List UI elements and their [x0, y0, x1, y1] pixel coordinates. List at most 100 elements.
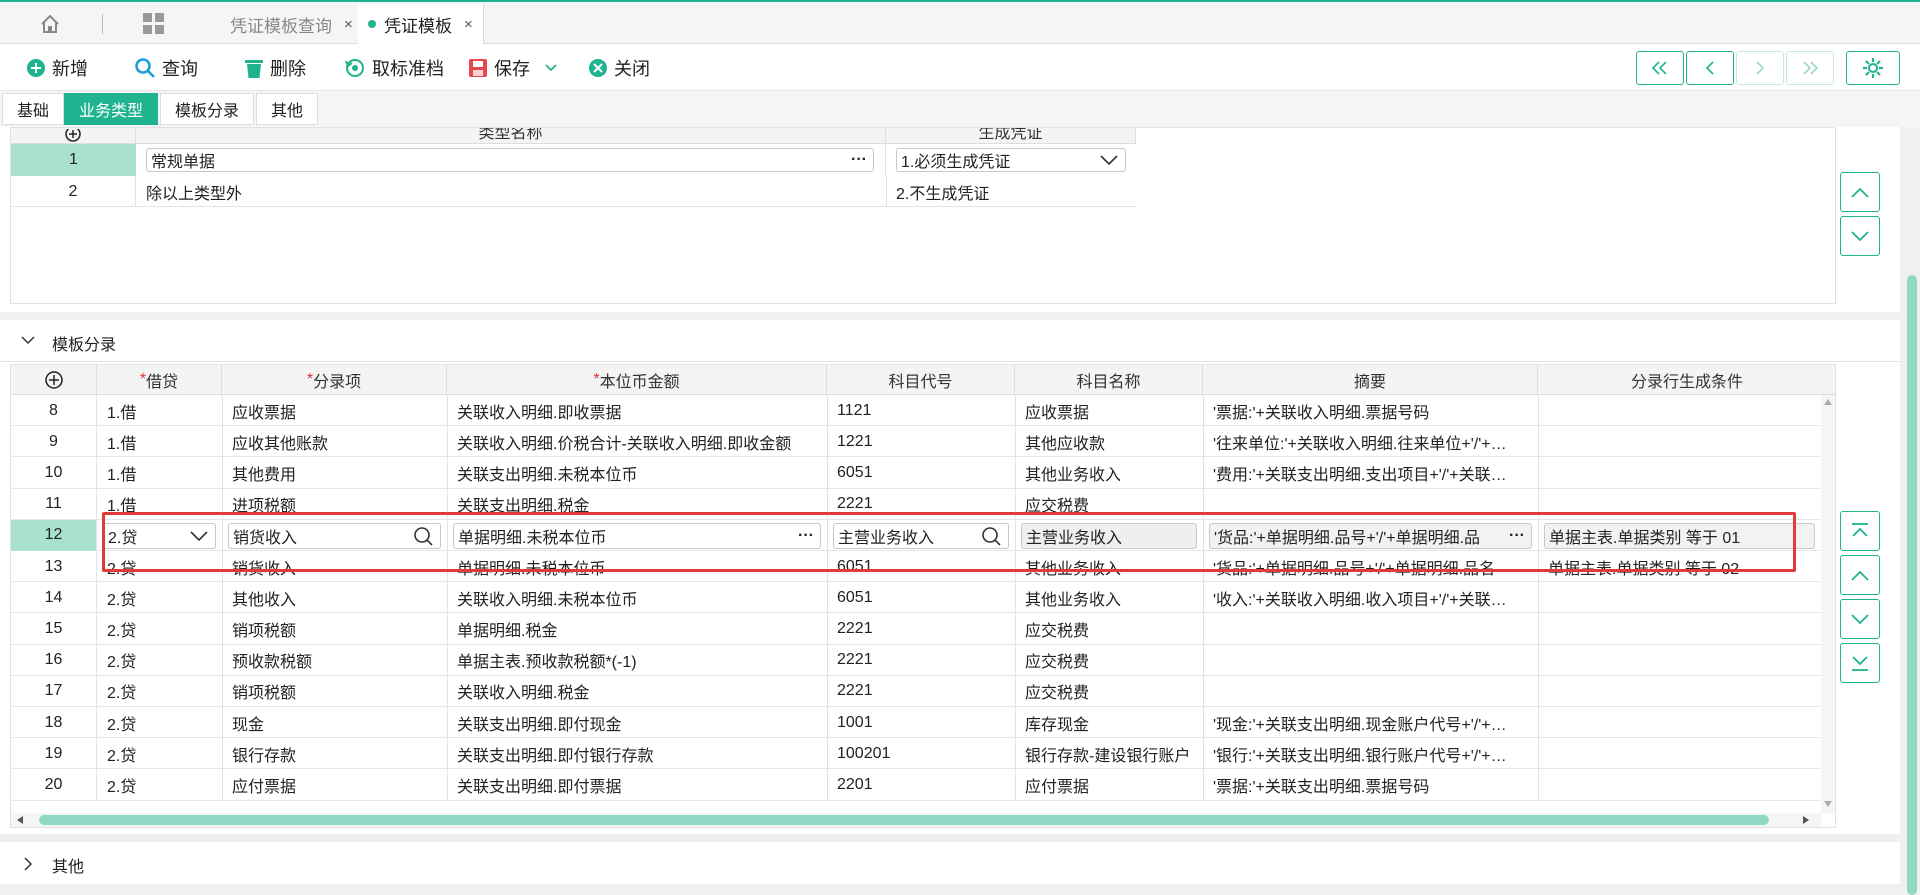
- amount-cell: 关联支出明细.即付票据: [457, 778, 622, 796]
- table-row[interactable]: 20 2.贷 应付票据 关联支出明细.即付票据 2201 应付票据 '票据:'+关联支出明细…: [11, 769, 1822, 801]
- table-row[interactable]: 19 2.贷 银行存款 关联支出明细.即付银行存款 100201 银行存款-建设银行账户 '…: [11, 738, 1822, 770]
- row-number: 16: [11, 644, 97, 676]
- add-row-icon[interactable]: [64, 128, 82, 143]
- delete-button[interactable]: 删除: [244, 53, 306, 83]
- row-number: 19: [11, 738, 97, 770]
- vertical-scrollbar[interactable]: [1821, 395, 1835, 813]
- row-number: 12: [11, 519, 97, 551]
- amount-value: 单据明细.未税本位币: [458, 529, 607, 547]
- ellipsis-icon[interactable]: ···: [1509, 527, 1525, 545]
- tab-voucher-template[interactable]: 凭证模板 ×: [358, 4, 484, 44]
- previous-record-button[interactable]: [1686, 51, 1734, 85]
- horizontal-scrollbar[interactable]: [11, 813, 1821, 827]
- close-circle-icon: [589, 59, 607, 77]
- chevron-up-icon: [1851, 187, 1869, 198]
- move-bottom-button[interactable]: [1840, 643, 1880, 683]
- apps-grid-icon[interactable]: [140, 10, 168, 38]
- query-button[interactable]: 查询: [134, 53, 198, 83]
- condition-cell: [1548, 676, 1817, 707]
- scroll-right-icon[interactable]: [1801, 815, 1811, 825]
- save-button[interactable]: 保存: [468, 53, 568, 83]
- next-record-button[interactable]: [1736, 51, 1784, 85]
- close-button[interactable]: 关闭: [588, 53, 650, 83]
- ellipsis-icon[interactable]: ···: [851, 151, 867, 169]
- page-scrollbar[interactable]: [1904, 127, 1920, 895]
- condition-cell: [1548, 707, 1817, 738]
- search-icon[interactable]: [980, 525, 1002, 547]
- account-name-input[interactable]: 主营业务收入: [1021, 522, 1197, 549]
- row-number: 2: [11, 176, 136, 207]
- account-code-value: 主营业务收入: [838, 529, 935, 547]
- settings-button[interactable]: [1846, 51, 1900, 85]
- table-row[interactable]: 16 2.贷 预收款税额 单据主表.预收款税额*(-1) 2221 应交税费: [11, 644, 1822, 676]
- debit-credit-cell: 2.贷: [107, 654, 137, 672]
- horizontal-scroll-thumb[interactable]: [39, 815, 1769, 825]
- tab-other[interactable]: 其他: [256, 93, 319, 125]
- move-up-button[interactable]: [1840, 555, 1880, 595]
- close-icon[interactable]: ×: [464, 16, 473, 33]
- header-account-code: 科目代号: [827, 365, 1015, 395]
- entry-item-cell: 预收款税额: [232, 654, 313, 672]
- add-row-icon[interactable]: [44, 370, 64, 390]
- condition-value: 单据主表.单据类别 等于 01: [1549, 529, 1741, 547]
- table-row[interactable]: 13 2.贷 销货收入 单据明细.未税本位币 6051 其他业务收入 '货品:'+单据明细.…: [11, 551, 1822, 583]
- account-code-cell: 100201: [837, 744, 891, 762]
- entry-item-cell: 销项税额: [232, 622, 297, 640]
- table-row[interactable]: 18 2.贷 现金 关联支出明细.即付现金 1001 库存现金 '现金:'+关联支出明细.现…: [11, 707, 1822, 739]
- search-icon[interactable]: [412, 525, 434, 547]
- summary-input[interactable]: '货品:'+单据明细.品号+'/'+单据明细.品 ···: [1209, 522, 1532, 549]
- condition-input[interactable]: 单据主表.单据类别 等于 01: [1544, 522, 1815, 549]
- chevron-right-icon: [24, 857, 33, 871]
- tab-voucher-template-query[interactable]: 凭证模板查询 ×: [220, 4, 364, 44]
- scroll-left-icon[interactable]: [15, 815, 25, 825]
- table-row[interactable]: 10 1.借 其他费用 关联支出明细.未税本位币 6051 其他业务收入 '费用:'+关联支…: [11, 457, 1822, 489]
- tab-business-type[interactable]: 业务类型: [64, 93, 159, 125]
- account-code-cell: 2221: [837, 651, 873, 669]
- move-down-button[interactable]: [1840, 216, 1880, 256]
- entry-item-input[interactable]: 销货收入: [228, 522, 441, 549]
- move-up-button[interactable]: [1840, 172, 1880, 212]
- move-down-button[interactable]: [1840, 599, 1880, 639]
- close-icon[interactable]: ×: [344, 16, 353, 33]
- tab-template-entries[interactable]: 模板分录: [160, 93, 255, 125]
- entries-section-header[interactable]: 模板分录: [0, 320, 1900, 362]
- account-code-cell: 1001: [837, 713, 873, 731]
- home-icon[interactable]: [30, 11, 70, 37]
- debit-credit-input[interactable]: 2.贷: [103, 522, 216, 549]
- type-name-input[interactable]: 常规单据 ···: [146, 148, 874, 172]
- table-row[interactable]: 9 1.借 应收其他账款 关联收入明细.价税合计-关联收入明细.即收金额 1221 其他应…: [11, 426, 1822, 458]
- tab-basic[interactable]: 基础: [2, 93, 65, 125]
- scroll-up-icon[interactable]: [1823, 397, 1833, 407]
- new-button[interactable]: 新增: [26, 53, 88, 83]
- account-code-input[interactable]: 主营业务收入: [833, 522, 1009, 549]
- scroll-down-icon[interactable]: [1823, 799, 1833, 809]
- generate-voucher-cell: 1.必须生成凭证: [886, 144, 1136, 176]
- generate-voucher-select[interactable]: 1.必须生成凭证: [896, 148, 1126, 172]
- table-row[interactable]: 8 1.借 应收票据 关联收入明细.即收票据 1121 应收票据 '票据:'+关联收入明细.…: [11, 395, 1822, 427]
- chevron-down-icon[interactable]: [540, 58, 562, 78]
- header-type-name: 类型名称: [136, 128, 886, 144]
- generate-voucher-value: 1.必须生成凭证: [901, 154, 1011, 171]
- table-row[interactable]: 15 2.贷 销项税额 单据明细.税金 2221 应交税费: [11, 613, 1822, 645]
- row-number: 1: [69, 151, 78, 168]
- move-top-button[interactable]: [1840, 511, 1880, 551]
- debit-credit-cell: 2.贷: [107, 716, 137, 734]
- row-number: 14: [11, 582, 97, 614]
- amount-input[interactable]: 单据明细.未税本位币 ···: [453, 522, 821, 549]
- table-row[interactable]: 1 常规单据 ··· 1.必须生成凭证: [11, 144, 1136, 176]
- condition-cell: [1548, 613, 1817, 644]
- page-scroll-thumb[interactable]: [1907, 275, 1917, 895]
- table-row[interactable]: 11 1.借 进项税额 关联支出明细.税金 2221 应交税费: [11, 488, 1822, 520]
- other-section-header[interactable]: 其他: [0, 842, 1900, 884]
- last-record-button[interactable]: [1786, 51, 1834, 85]
- table-row[interactable]: 17 2.贷 销项税额 关联收入明细.税金 2221 应交税费: [11, 675, 1822, 707]
- table-row[interactable]: 2 除以上类型外 2.不生成凭证: [11, 176, 1136, 207]
- table-row[interactable]: 12 2.贷 销货收入 单据明细.未税本位币 ··· 主营业务收入 主营业务收入 '货品:'+…: [11, 519, 1822, 551]
- first-record-button[interactable]: [1636, 51, 1684, 85]
- cancel-standard-button[interactable]: 取标准档: [344, 53, 444, 83]
- table-row[interactable]: 14 2.贷 其他收入 关联收入明细.未税本位币 6051 其他业务收入 '收入:'+关联收…: [11, 582, 1822, 614]
- summary-cell: [1213, 645, 1534, 676]
- account-name-cell: 其他业务收入: [1025, 591, 1122, 609]
- ellipsis-icon[interactable]: ···: [798, 527, 814, 545]
- account-code-cell: 6051: [837, 463, 873, 481]
